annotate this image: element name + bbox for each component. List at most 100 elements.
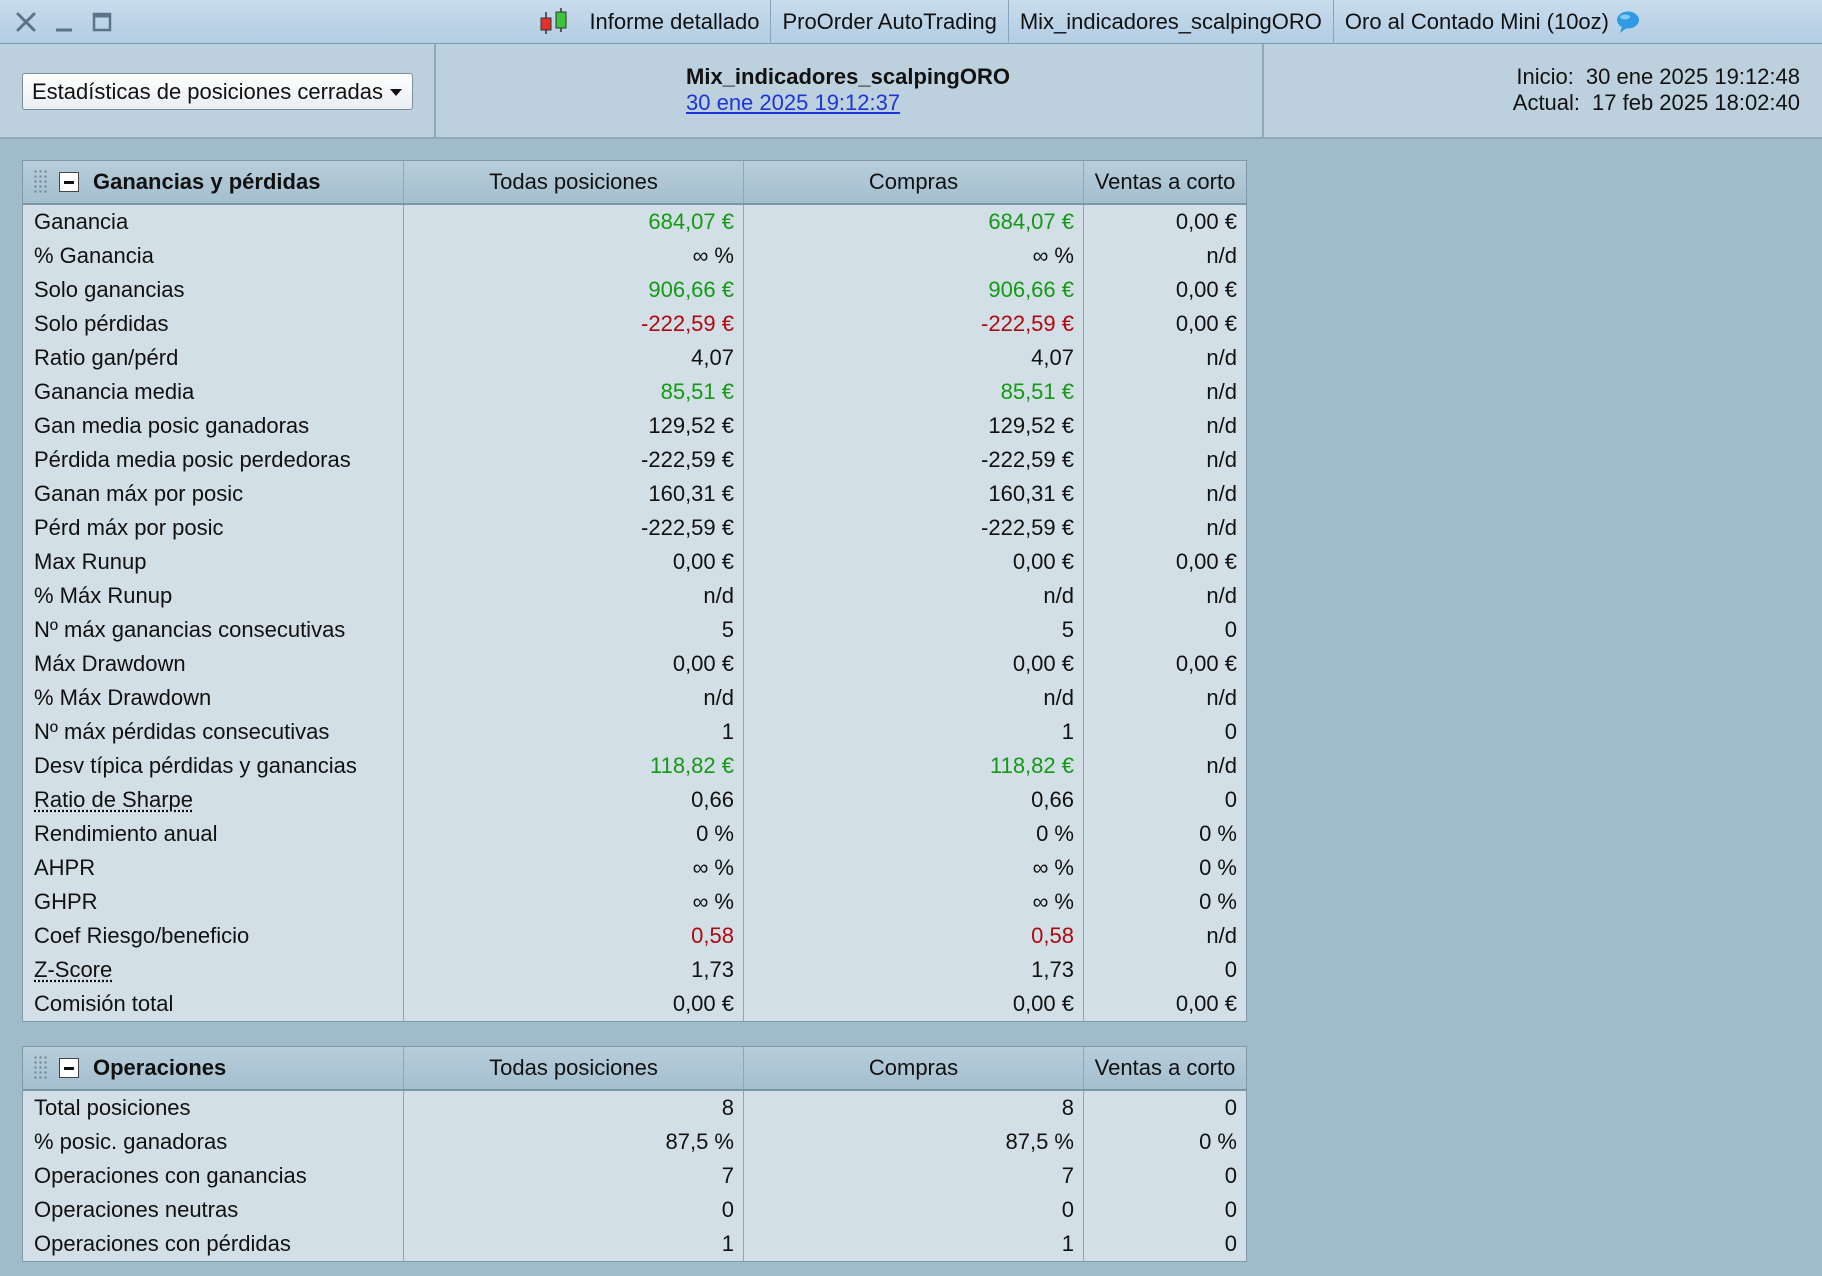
tab-proorder-autotrading[interactable]: ProOrder AutoTrading — [770, 0, 1007, 44]
value-shorts: 0 — [1083, 715, 1246, 749]
value-all: 7 — [403, 1159, 743, 1193]
value-all: -222,59 € — [403, 511, 743, 545]
row-label: Solo ganancias — [34, 277, 185, 302]
value-shorts: n/d — [1083, 681, 1246, 715]
row-label[interactable]: Z-Score — [34, 957, 112, 983]
row-label: Operaciones con pérdidas — [34, 1231, 291, 1256]
collapse-icon[interactable] — [59, 1058, 79, 1078]
table-row: Solo pérdidas -222,59 € -222,59 €0,00 € — [23, 307, 1246, 341]
value-buys: ∞ % — [743, 239, 1083, 273]
value-all: 0,00 € — [403, 987, 743, 1021]
instrument-label: Oro al Contado Mini (10oz) — [1344, 9, 1609, 34]
tab-instrument[interactable]: Oro al Contado Mini (10oz) — [1332, 0, 1652, 44]
value-all: 5 — [403, 613, 743, 647]
strategy-name: Mix_indicadores_scalpingORO — [686, 64, 1010, 89]
row-label-cell: % Máx Drawdown — [23, 681, 403, 715]
value-all: 118,82 € — [403, 749, 743, 783]
row-label: Nº máx pérdidas consecutivas — [34, 719, 330, 744]
table-row: Total posiciones 8 8 0 — [23, 1091, 1246, 1125]
drag-handle-icon[interactable] — [33, 169, 49, 195]
value-buys: 0,66 — [743, 783, 1083, 817]
start-value: 30 ene 2025 19:12:48 — [1585, 64, 1800, 89]
value-shorts: n/d — [1083, 477, 1246, 511]
minimize-icon[interactable] — [52, 10, 76, 34]
tab-informe-detallado[interactable]: Informe detallado — [578, 0, 770, 44]
row-label-cell: % Ganancia — [23, 239, 403, 273]
candlestick-chart-icon — [534, 0, 574, 44]
value-shorts: 0 % — [1083, 885, 1246, 919]
row-label: Max Runup — [34, 549, 147, 574]
table-row: Coef Riesgo/beneficio 0,58 0,58 n/d — [23, 919, 1246, 953]
value-all: n/d — [403, 681, 743, 715]
row-label[interactable]: Ratio de Sharpe — [34, 787, 193, 813]
value-buys: 118,82 € — [743, 749, 1083, 783]
row-label: Desv típica pérdidas y ganancias — [34, 753, 357, 778]
row-label: Solo pérdidas — [34, 311, 169, 336]
value-buys: -222,59 € — [743, 443, 1083, 477]
table-row: Comisión total 0,00 €0,00 €0,00 € — [23, 987, 1246, 1021]
table-row: % Ganancia ∞ % ∞ % n/d — [23, 239, 1246, 273]
value-all: 906,66 € — [403, 273, 743, 307]
table-row: Operaciones neutras 0 0 0 — [23, 1193, 1246, 1227]
row-label-cell: Operaciones neutras — [23, 1193, 403, 1227]
window-controls — [14, 8, 114, 36]
row-label-cell: Operaciones con pérdidas — [23, 1227, 403, 1261]
table-row: Pérd máx por posic -222,59 € -222,59 € n/d — [23, 511, 1246, 545]
table-row: Max Runup 0,00 €0,00 €0,00 € — [23, 545, 1246, 579]
value-all: ∞ % — [403, 239, 743, 273]
value-all: 129,52 € — [403, 409, 743, 443]
table-row: Ratio de Sharpe 0,66 0,66 0 — [23, 783, 1246, 817]
table-row: Z-Score 1,73 1,73 0 — [23, 953, 1246, 987]
column-header-shorts: Ventas a corto — [1083, 1047, 1246, 1089]
tab-strategy-name[interactable]: Mix_indicadores_scalpingORO — [1007, 0, 1333, 44]
header-dates: Inicio: 30 ene 2025 19:12:48 Actual: 17 … — [1513, 64, 1800, 116]
collapse-icon[interactable] — [59, 172, 79, 192]
chat-bubble-icon[interactable] — [1615, 10, 1641, 34]
strategy-date-link[interactable]: 30 ene 2025 19:12:37 — [686, 90, 900, 116]
value-all: ∞ % — [403, 851, 743, 885]
value-all: 87,5 % — [403, 1125, 743, 1159]
row-label-cell: Pérd máx por posic — [23, 511, 403, 545]
value-all: 0 % — [403, 817, 743, 851]
column-header-all: Todas posiciones — [403, 161, 743, 203]
maximize-icon[interactable] — [90, 10, 114, 34]
value-buys: ∞ % — [743, 851, 1083, 885]
value-all: 85,51 € — [403, 375, 743, 409]
row-label: Pérd máx por posic — [34, 515, 224, 540]
value-shorts: 0 — [1083, 1159, 1246, 1193]
value-shorts: n/d — [1083, 341, 1246, 375]
value-buys: 160,31 € — [743, 477, 1083, 511]
value-buys: 85,51 € — [743, 375, 1083, 409]
drag-handle-icon[interactable] — [33, 1055, 49, 1081]
pnl-title-cell: Ganancias y pérdidas — [23, 161, 403, 203]
close-icon[interactable] — [14, 10, 38, 34]
row-label: Gan media posic ganadoras — [34, 413, 310, 438]
value-shorts: n/d — [1083, 409, 1246, 443]
value-shorts: n/d — [1083, 511, 1246, 545]
table-row: % Máx Runup n/d n/d n/d — [23, 579, 1246, 613]
value-shorts: n/d — [1083, 749, 1246, 783]
value-all: n/d — [403, 579, 743, 613]
value-buys: 0,00 € — [743, 545, 1083, 579]
header-left: Estadísticas de posiciones cerradas — [0, 44, 436, 139]
value-shorts: 0 — [1083, 783, 1246, 817]
dropdown-value: Estadísticas de posiciones cerradas — [32, 78, 383, 104]
table-row: % posic. ganadoras 87,5 % 87,5 % 0 % — [23, 1125, 1246, 1159]
value-shorts: 0,00 € — [1083, 987, 1246, 1021]
current-label: Actual: — [1512, 90, 1581, 115]
value-shorts: 0 % — [1083, 817, 1246, 851]
titlebar-tabs: Informe detallado ProOrder AutoTrading M… — [534, 0, 1652, 44]
value-shorts: 0,00 € — [1083, 273, 1246, 307]
value-shorts: n/d — [1083, 443, 1246, 477]
value-all: -222,59 € — [403, 307, 743, 341]
statistics-type-dropdown[interactable]: Estadísticas de posiciones cerradas — [22, 73, 413, 110]
row-label: % Máx Drawdown — [34, 685, 212, 710]
table-row: Ganan máx por posic 160,31 €160,31 € n/d — [23, 477, 1246, 511]
row-label-cell: Ganancia — [23, 205, 403, 239]
operations-title-cell: Operaciones — [23, 1047, 403, 1089]
row-label-cell: Z-Score — [23, 953, 403, 987]
row-label-cell: Solo ganancias — [23, 273, 403, 307]
table-row: Operaciones con pérdidas 1 1 0 — [23, 1227, 1246, 1261]
value-buys: 87,5 % — [743, 1125, 1083, 1159]
value-buys: 5 — [743, 613, 1083, 647]
